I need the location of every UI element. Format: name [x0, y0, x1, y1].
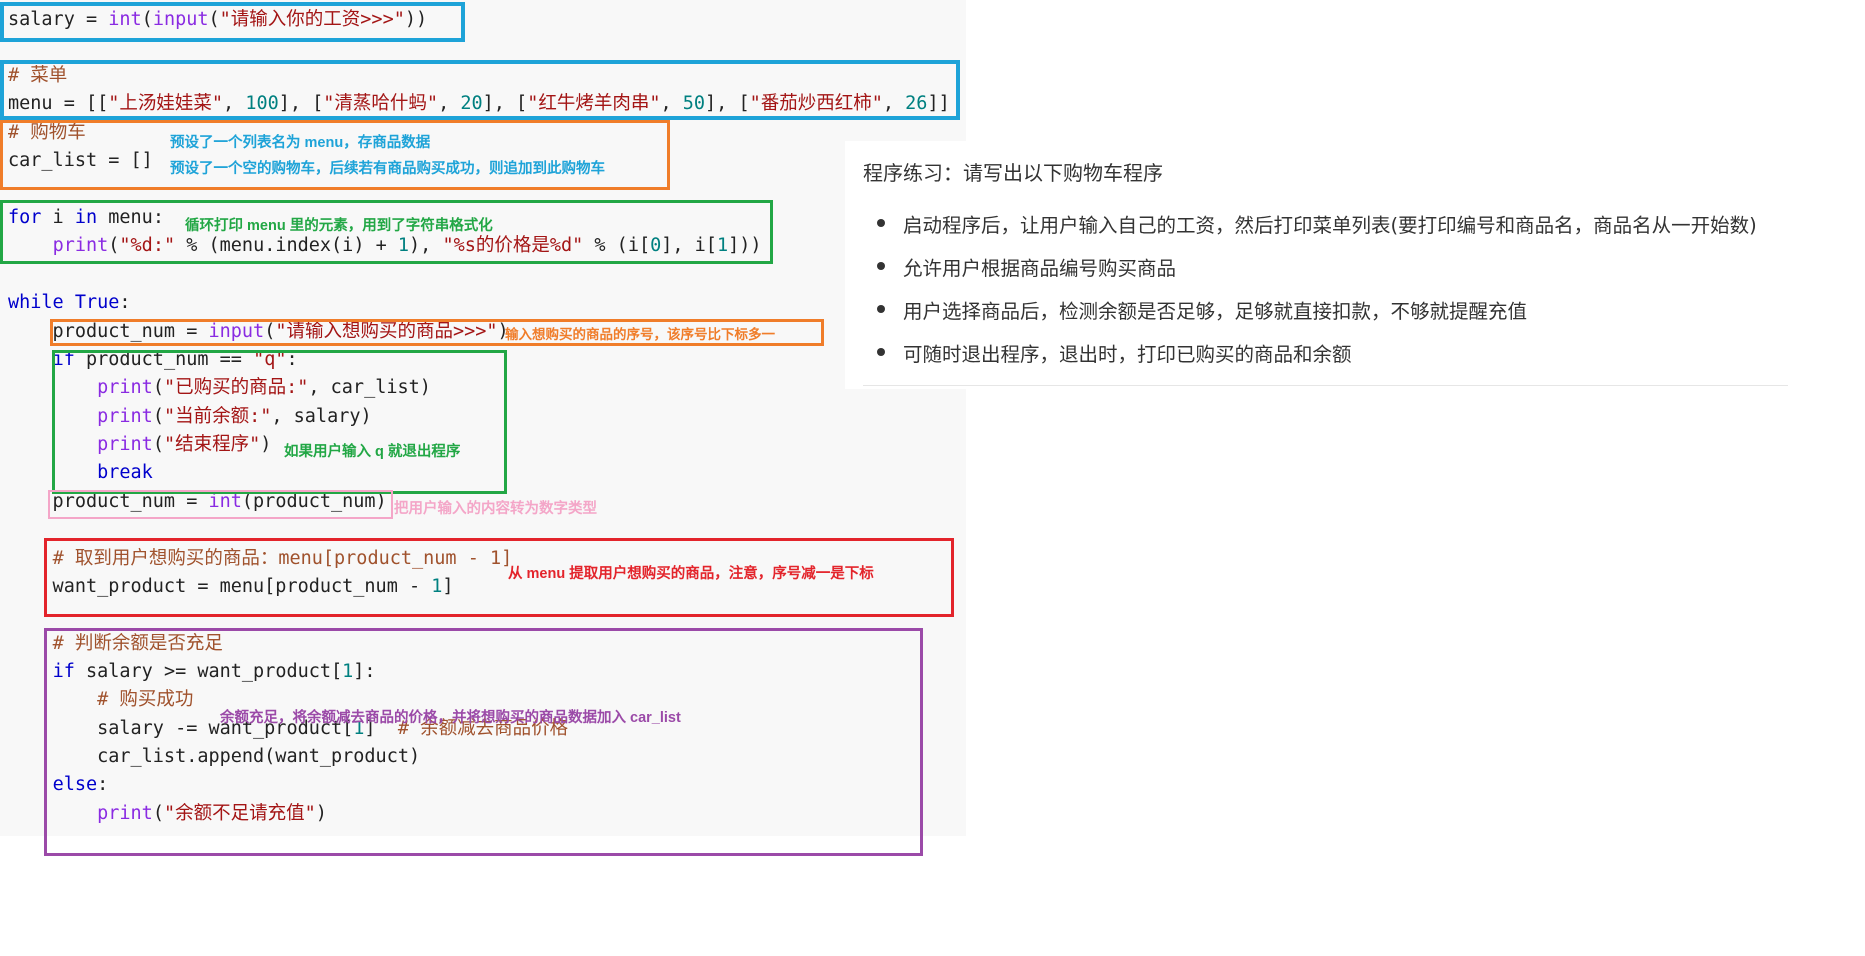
exercise-item: 用户选择商品后，检测余额是否足够，足够就直接扣款，不够就提醒充值 [877, 295, 1527, 324]
code-line-11: print("已购买的商品:", car_list) [97, 377, 431, 398]
code-line-22: car_list.append(want_product) [8, 746, 421, 767]
code-line-13: print("结束程序") [97, 434, 272, 455]
exercise-item: 启动程序后，让用户输入自己的工资，然后打印菜单列表(要打印编号和商品名，商品名从… [877, 209, 1757, 238]
divider [863, 385, 1788, 386]
code-line-17: want_product = menu[product_num - 1] [8, 576, 454, 597]
annotation-input-note: 输入想购买的商品的序号，该序号比下标多一 [505, 327, 775, 342]
bullet-icon [877, 348, 885, 356]
bullet-icon [877, 305, 885, 313]
annotation-loop-note: 循环打印 menu 里的元素，用到了字符串格式化 [185, 218, 493, 234]
annotation-fetch-note: 从 menu 提取用户想购买的商品，注意，序号减一是下标 [508, 566, 874, 582]
bullet-icon [877, 219, 885, 227]
code-line-9: product_num = input("请输入想购买的商品>>>") [8, 321, 509, 342]
code-line-15: product_num = int(product_num) [8, 491, 387, 512]
code-line-16: # 取到用户想购买的商品：menu[product_num - 1] [52, 548, 513, 569]
code-line-4: # 购物车 [8, 122, 86, 143]
code-line-14: break [97, 462, 153, 483]
code-line-7: print("%d:" % (menu.index(i) + 1), "%s的价… [52, 235, 762, 256]
code-line-20: # 购买成功 [97, 689, 194, 710]
code-line-24: print("余额不足请充值") [97, 803, 327, 824]
code-line-2: # 菜单 [8, 65, 68, 86]
code-line-10: if product_num == "q": [52, 349, 298, 370]
code-line-5: car_list = [] [8, 150, 153, 171]
annotation-menu-note: 预设了一个列表名为 menu，存商品数据 [170, 135, 431, 151]
code-line-23: else: [52, 774, 109, 795]
bullet-icon [877, 262, 885, 270]
annotation-balance-note: 余额充足，将余额减去商品的价格，并将想购买的商品数据加入 car_list [220, 710, 681, 726]
code-line-8: while True: [8, 292, 131, 313]
code-line-19: if salary >= want_product[1]: [52, 661, 376, 682]
code-line-6: for i in menu: [8, 207, 164, 228]
code-line-1: salary = int(input("请输入你的工资>>>")) [8, 9, 428, 30]
code-line-12: print("当前余额:", salary) [97, 406, 372, 427]
annotation-cart-note: 预设了一个空的购物车，后续若有商品购买成功，则追加到此购物车 [170, 161, 605, 177]
exercise-item: 允许用户根据商品编号购买商品 [877, 252, 1176, 281]
annotation-int-note: 把用户输入的内容转为数字类型 [394, 501, 597, 517]
exercise-item: 可随时退出程序，退出时，打印已购买的商品和余额 [877, 338, 1352, 367]
exercise-panel: 程序练习：请写出以下购物车程序 启动程序后，让用户输入自己的工资，然后打印菜单列… [845, 141, 1790, 389]
code-line-3: menu = [["上汤娃娃菜", 100], ["清蒸哈什蚂", 20], [… [8, 93, 950, 114]
exercise-title: 程序练习：请写出以下购物车程序 [863, 161, 1163, 185]
code-line-18: # 判断余额是否充足 [52, 633, 223, 654]
annotation-quit-note: 如果用户输入 q 就退出程序 [284, 444, 461, 460]
